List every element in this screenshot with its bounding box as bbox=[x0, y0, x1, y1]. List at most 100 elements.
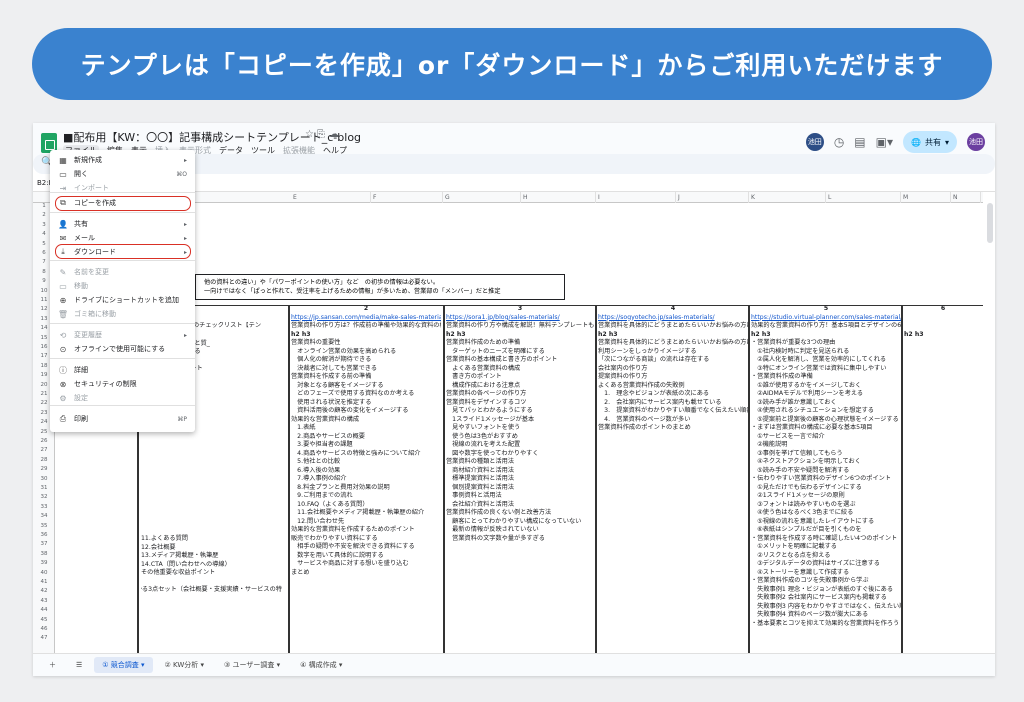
row-header-30[interactable]: 30 bbox=[33, 476, 55, 482]
row-header-46[interactable]: 46 bbox=[33, 626, 55, 632]
outline-line[interactable]: 事例資料と活用法 bbox=[446, 492, 594, 501]
outline-line[interactable]: 相手の疑問や不安を解決できる資料にする bbox=[291, 543, 441, 552]
row-header-40[interactable]: 40 bbox=[33, 570, 55, 576]
outline-line[interactable]: ターゲットのニーズを明確にする bbox=[446, 348, 594, 357]
outline-line[interactable]: 1. 理念やビジョンが表紙の次にある bbox=[598, 390, 748, 399]
competitor-url[interactable]: https://sogyotecho.jp/sales-materials/ bbox=[598, 314, 748, 323]
comment-icon[interactable]: ▤ bbox=[854, 135, 865, 149]
cloud-status-icon[interactable]: ☁ bbox=[329, 129, 339, 140]
outline-line[interactable]: ・伝わりやすい営業資料のデザイン6つのポイント bbox=[751, 475, 901, 484]
left-cell[interactable]: 14.CTA（問い合わせへの導線） bbox=[141, 561, 287, 570]
outline-line[interactable]: 提案資料の作り方 bbox=[598, 373, 748, 382]
outline-line[interactable]: 12.問い合わせ先 bbox=[291, 518, 441, 527]
outline-line[interactable]: ①社内検討時に判定を見送られる bbox=[751, 348, 901, 357]
outline-line[interactable]: ②リスクとなる点を抑える bbox=[751, 552, 901, 561]
outline-line[interactable]: 営業資料の基本構成と書き方のポイント bbox=[446, 356, 594, 365]
menu-item-5[interactable]: ✉ メール ▸ bbox=[50, 231, 195, 245]
row-header-31[interactable]: 31 bbox=[33, 485, 55, 491]
outline-line[interactable]: ⑤読み手の不安や疑問を解消する bbox=[751, 467, 901, 476]
outline-line[interactable]: ④ネクストアクションを明示しておく bbox=[751, 458, 901, 467]
outline-line[interactable]: 資料活用後の顧客の変化をイメージする bbox=[291, 407, 441, 416]
competitor-url[interactable]: https://sora1.jp/blog/sales-materials/ bbox=[446, 314, 594, 323]
menu-item-16[interactable]: ⎙ 印刷 ⌘P bbox=[50, 412, 195, 426]
outline-line[interactable]: 個別提案資料と活用法 bbox=[446, 484, 594, 493]
outline-line[interactable]: よくある営業資料作成の失敗例 bbox=[598, 382, 748, 391]
outline-line[interactable]: 5.他社との比較 bbox=[291, 458, 441, 467]
outline-line[interactable]: 営業資料の種類と活用法 bbox=[446, 458, 594, 467]
meet-icon[interactable]: ▣▾ bbox=[876, 135, 893, 149]
outline-line[interactable]: 営業資料の文字数や量が多すぎる bbox=[446, 535, 594, 544]
outline-line[interactable]: 10.FAQ（よくある質問） bbox=[291, 501, 441, 510]
row-header-29[interactable]: 29 bbox=[33, 466, 55, 472]
outline-line[interactable]: ①見ただけでも伝わるデザインにする bbox=[751, 484, 901, 493]
outline-line[interactable]: 3.要や担当者の課題 bbox=[291, 441, 441, 450]
outline-line[interactable]: 使用される状況を推定する bbox=[291, 399, 441, 408]
left-cell[interactable] bbox=[141, 484, 287, 493]
outline-line[interactable]: ⑤提案前と提案後の顧客の心理状態をイメージする bbox=[751, 416, 901, 425]
outline-line[interactable]: ⑤視線の流れを意識したレイアウトにする bbox=[751, 518, 901, 527]
sheet-tab-1[interactable]: ① 競合調査 ▾ bbox=[94, 657, 153, 673]
outline-line[interactable]: 決裁者に対しても営業できる bbox=[291, 365, 441, 374]
column-header-E[interactable]: E bbox=[291, 192, 371, 203]
outline-line[interactable]: 失敗事例3 内容をわかりやすさではなく、伝えたい順 bbox=[751, 603, 901, 612]
menu-item-0[interactable]: ▦ 新規作成 ▸ bbox=[50, 153, 195, 167]
outline-line[interactable]: 3. 提案資料がわかりやすい順番でなく伝えたい順番 bbox=[598, 407, 748, 416]
outline-line[interactable]: 個人化の解消が期待できる bbox=[291, 356, 441, 365]
outline-line[interactable]: 営業資料をデザインするコツ bbox=[446, 399, 594, 408]
outline-line[interactable]: 見てパッとわかるようにする bbox=[446, 407, 594, 416]
outline-line[interactable]: ・基本要素とコツを抑えて効果的な営業資料を作ろう bbox=[751, 620, 901, 629]
left-cell[interactable]: のチェックリスト【テン bbox=[193, 322, 287, 331]
menu-item-7[interactable]: ✎ 名前を変更 bbox=[50, 265, 195, 279]
outline-line[interactable]: まとめ bbox=[291, 569, 441, 578]
column-header-J[interactable]: J bbox=[676, 192, 749, 203]
outline-line[interactable]: 営業資料を具体的にどうまとめたらいいかお悩みの方は必 bbox=[598, 339, 748, 348]
outline-line[interactable]: 7.導入事例の紹介 bbox=[291, 475, 441, 484]
outline-line[interactable]: 失敗事例4 資料のページ数が膨大にある bbox=[751, 611, 901, 620]
menu-item-12[interactable]: ⊙ オフラインで使用可能にする bbox=[50, 342, 195, 356]
row-header-37[interactable]: 37 bbox=[33, 541, 55, 547]
outline-line[interactable]: ・営業資料作成のコツを失敗事例から学ぶ bbox=[751, 577, 901, 586]
outline-line[interactable]: サービスや商品に対する想いを盛り込む bbox=[291, 560, 441, 569]
intro-note-cell[interactable]: 他の資料との違い」や「パワーポイントの使い方」など の初歩の情報は必要ない。 一向… bbox=[195, 274, 565, 300]
account-avatar[interactable]: 池田 bbox=[967, 133, 985, 151]
row-header-39[interactable]: 39 bbox=[33, 560, 55, 566]
menu-item-14[interactable]: ⊗ セキュリティの制限 bbox=[50, 377, 195, 391]
outline-line[interactable]: ②属人化を解消し、営業を効率的にしてくれる bbox=[751, 356, 901, 365]
row-header-41[interactable]: 41 bbox=[33, 579, 55, 585]
outline-line[interactable]: 営業資料作成のポイントのまとめ bbox=[598, 424, 748, 433]
left-cell[interactable] bbox=[141, 518, 287, 527]
sheet-tab-2[interactable]: ② KW分析 ▾ bbox=[157, 657, 213, 673]
row-header-32[interactable]: 32 bbox=[33, 494, 55, 500]
row-header-44[interactable]: 44 bbox=[33, 607, 55, 613]
row-header-26[interactable]: 26 bbox=[33, 438, 55, 444]
outline-line[interactable]: ・営業資料が重要な3つの理由 bbox=[751, 339, 901, 348]
outline-line[interactable]: 失敗事例1 理念・ビジョンが表紙のすぐ後にある bbox=[751, 586, 901, 595]
outline-line[interactable]: ②1スライド1メッセージの原則 bbox=[751, 492, 901, 501]
left-cell[interactable]: 12.会社概要 bbox=[141, 544, 287, 553]
row-header-34[interactable]: 34 bbox=[33, 513, 55, 519]
outline-line[interactable]: よくある営業資料の構成 bbox=[446, 365, 594, 374]
row-header-27[interactable]: 27 bbox=[33, 447, 55, 453]
left-cell[interactable]: 13.メディア掲載歴・執筆歴 bbox=[141, 552, 287, 561]
left-cell[interactable]: その他重要な収益ポイント bbox=[141, 569, 287, 578]
outline-line[interactable]: ③特にオンライン営業では資料に集中しやすい bbox=[751, 365, 901, 374]
outline-line[interactable]: ①サービスを一言で紹介 bbox=[751, 433, 901, 442]
outline-line[interactable]: 会社紹介資料と活用法 bbox=[446, 501, 594, 510]
outline-line[interactable]: ・営業資料作成の準備 bbox=[751, 373, 901, 382]
outline-line[interactable]: ③フォントは読みやすいものを選ぶ bbox=[751, 501, 901, 510]
left-cell[interactable] bbox=[141, 442, 287, 451]
outline-line[interactable]: 2. 会社案内にサービス案内も載せている bbox=[598, 399, 748, 408]
outline-line[interactable]: ⑥表紙はシンプルだが目を引くものを bbox=[751, 526, 901, 535]
outline-line[interactable]: ④使用されるシチュエーションを想定する bbox=[751, 407, 901, 416]
outline-line[interactable]: 1.表紙 bbox=[291, 424, 441, 433]
outline-line[interactable]: ③デジタルデータの資料はサイズに注意する bbox=[751, 560, 901, 569]
left-cell[interactable] bbox=[141, 459, 287, 468]
outline-line[interactable]: ④ストーリーを意識して作成する bbox=[751, 569, 901, 578]
share-button[interactable]: 🌐 共有 ▾ bbox=[903, 131, 957, 153]
left-cell[interactable] bbox=[141, 595, 287, 604]
left-cell[interactable] bbox=[141, 476, 287, 485]
outline-line[interactable]: 営業資料の重要性 bbox=[291, 339, 441, 348]
outline-line[interactable]: ②機能説明 bbox=[751, 441, 901, 450]
outline-line[interactable]: 「次につながる商談」の流れは存在する bbox=[598, 356, 748, 365]
menu-item-2[interactable]: ⇥ インポート bbox=[50, 181, 195, 195]
